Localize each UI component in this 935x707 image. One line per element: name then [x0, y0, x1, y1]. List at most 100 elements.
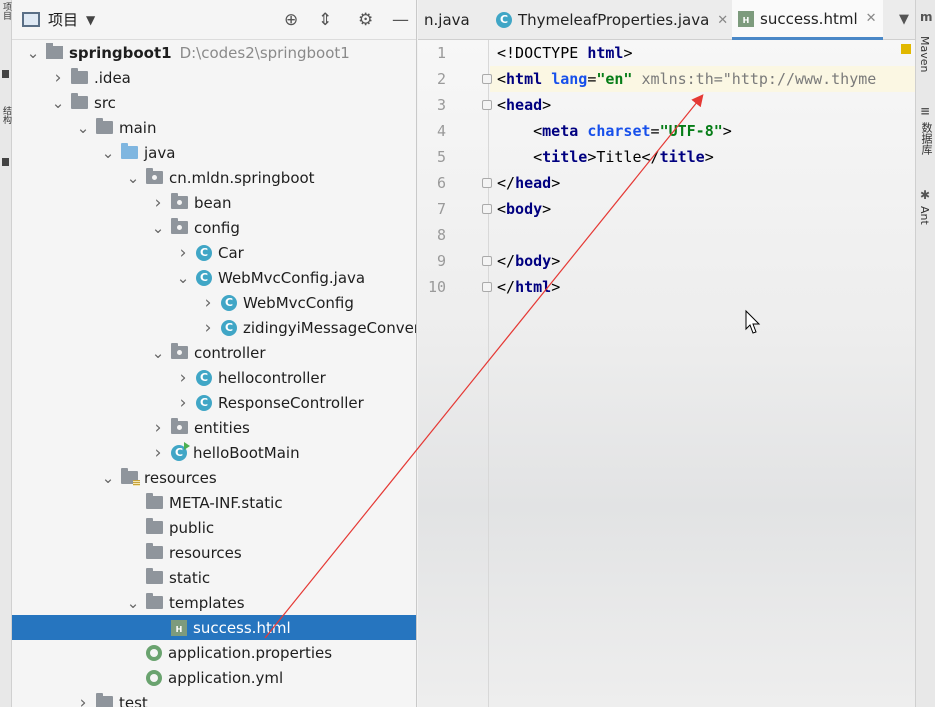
fold-marker-icon[interactable]: [482, 282, 492, 292]
class-icon: C: [221, 319, 237, 336]
tree-item[interactable]: ⌄ controller: [12, 340, 416, 365]
tree-item[interactable]: Hsuccess.html: [12, 615, 416, 640]
code-token: >: [542, 200, 552, 218]
code-line[interactable]: </head>: [497, 170, 560, 196]
tree-item[interactable]: ⌄ java: [12, 140, 416, 165]
chevron-down-icon[interactable]: ▼: [899, 12, 909, 27]
tab-thymeleaf-properties[interactable]: C ThymeleafProperties.java ✕: [490, 0, 734, 40]
chevron-right-icon[interactable]: ›: [76, 693, 90, 707]
folder-icon: [96, 693, 113, 707]
chevron-down-icon[interactable]: ⌄: [101, 145, 115, 160]
inspection-status-icon[interactable]: [901, 44, 911, 54]
project-tool-label[interactable]: 项目: [0, 2, 12, 20]
code-line[interactable]: <!DOCTYPE html>: [497, 40, 632, 66]
code-token: >Title</: [587, 148, 660, 166]
close-icon[interactable]: ✕: [866, 11, 877, 26]
tree-item[interactable]: › CzidingyiMessageConvert: [12, 315, 416, 340]
chevron-down-icon[interactable]: ⌄: [151, 220, 165, 235]
tree-item[interactable]: › test: [12, 690, 416, 707]
gear-icon[interactable]: ⚙: [358, 11, 373, 29]
tool-window-marker-icon: [2, 70, 9, 78]
tree-item[interactable]: › C Car: [12, 240, 416, 265]
tree-item-label: hellocontroller: [218, 368, 326, 387]
tab-partial-java[interactable]: n.java: [418, 0, 476, 40]
tree-item[interactable]: › .idea: [12, 65, 416, 90]
locate-target-icon[interactable]: ⊕: [284, 11, 298, 29]
fold-marker-icon[interactable]: [482, 256, 492, 266]
code-token: =: [650, 122, 660, 140]
chevron-right-icon[interactable]: ›: [51, 68, 65, 88]
tree-item[interactable]: public: [12, 515, 416, 540]
chevron-down-icon[interactable]: ⌄: [26, 45, 40, 60]
tree-item[interactable]: ⌄ main: [12, 115, 416, 140]
chevron-right-icon[interactable]: ›: [151, 418, 165, 438]
tab-label: success.html: [760, 9, 858, 28]
chevron-right-icon[interactable]: ›: [176, 243, 190, 263]
project-panel-title[interactable]: 项目: [48, 9, 78, 30]
chevron-down-icon[interactable]: ⌄: [101, 470, 115, 485]
chevron-down-icon[interactable]: ⌄: [126, 595, 140, 610]
collapse-all-icon[interactable]: ⇕: [318, 11, 332, 29]
code-token: >: [551, 252, 561, 270]
folder-icon: [146, 543, 163, 559]
code-line[interactable]: <html lang="en" xmlns:th="http://www.thy…: [497, 66, 876, 92]
tree-item[interactable]: ⌄ springboot1 D:\codes2\springboot1: [12, 40, 416, 65]
chevron-right-icon[interactable]: ›: [151, 443, 165, 463]
fold-marker-icon[interactable]: [482, 100, 492, 110]
fold-marker-icon[interactable]: [482, 204, 492, 214]
fold-marker-icon[interactable]: [482, 178, 492, 188]
tree-item[interactable]: application.properties: [12, 640, 416, 665]
minimize-icon[interactable]: —: [392, 11, 409, 29]
tree-item[interactable]: ⌄ src: [12, 90, 416, 115]
tree-item[interactable]: › bean: [12, 190, 416, 215]
tree-item[interactable]: ⌄ C WebMvcConfig.java: [12, 265, 416, 290]
tree-item[interactable]: › Chellocontroller: [12, 365, 416, 390]
chevron-down-icon[interactable]: ⌄: [176, 270, 190, 285]
chevron-right-icon[interactable]: ›: [176, 368, 190, 388]
code-editor[interactable]: 1 2 3 4 5 6 7 8 9 10 <!DOCTYPE html> <html lang="e…: [418, 40, 915, 707]
code-line[interactable]: <meta charset="UTF-8">: [497, 118, 732, 144]
tree-item[interactable]: resources: [12, 540, 416, 565]
code-token: >: [623, 44, 633, 62]
tree-item[interactable]: META-INF.static: [12, 490, 416, 515]
chevron-down-icon[interactable]: ⌄: [151, 345, 165, 360]
chevron-right-icon[interactable]: ›: [151, 193, 165, 213]
code-line[interactable]: <head>: [497, 92, 551, 118]
database-tool-label[interactable]: 数据库: [918, 122, 934, 155]
code-token: lang: [551, 70, 588, 88]
tree-item[interactable]: ⌄ config: [12, 215, 416, 240]
tree-item[interactable]: ⌄ templates: [12, 590, 416, 615]
tree-item[interactable]: static: [12, 565, 416, 590]
code-token: <: [497, 122, 543, 140]
code-line[interactable]: </body>: [497, 248, 560, 274]
code-line[interactable]: <body>: [497, 196, 551, 222]
tree-item[interactable]: › C WebMvcConfig: [12, 290, 416, 315]
chevron-right-icon[interactable]: ›: [201, 318, 215, 338]
tree-item-label: application.properties: [168, 643, 333, 662]
structure-tool-label[interactable]: 结构: [0, 106, 12, 124]
ant-tool-label[interactable]: Ant: [918, 206, 931, 225]
code-token: <: [497, 200, 507, 218]
code-token: >: [704, 148, 714, 166]
maven-tool-label[interactable]: Maven: [918, 36, 931, 72]
code-line[interactable]: </html>: [497, 274, 560, 300]
chevron-right-icon[interactable]: ›: [176, 393, 190, 413]
close-icon[interactable]: ✕: [717, 13, 728, 28]
tree-item[interactable]: ⌄ resources: [12, 465, 416, 490]
tree-item[interactable]: › entities: [12, 415, 416, 440]
fold-marker-icon[interactable]: [482, 74, 492, 84]
tab-success-html[interactable]: H success.html ✕: [732, 0, 883, 40]
folder-icon: [146, 493, 163, 509]
chevron-down-icon[interactable]: ⌄: [76, 120, 90, 135]
chevron-down-icon[interactable]: ⌄: [51, 95, 65, 110]
tree-item[interactable]: › ChelloBootMain: [12, 440, 416, 465]
project-panel: 项目 ▼ ⊕ ⇕ ⚙ — ⌄ springboot1 D:\codes2\sprin…: [12, 0, 417, 707]
chevron-down-icon[interactable]: ⌄: [126, 170, 140, 185]
tree-item[interactable]: › C ResponseController: [12, 390, 416, 415]
main-class-icon: C: [171, 441, 190, 461]
chevron-down-icon[interactable]: ▼: [86, 13, 95, 27]
chevron-right-icon[interactable]: ›: [201, 293, 215, 313]
tree-item[interactable]: ⌄ cn.mldn.springboot: [12, 165, 416, 190]
code-line[interactable]: <title>Title</title>: [497, 144, 714, 170]
tree-item[interactable]: application.yml: [12, 665, 416, 690]
